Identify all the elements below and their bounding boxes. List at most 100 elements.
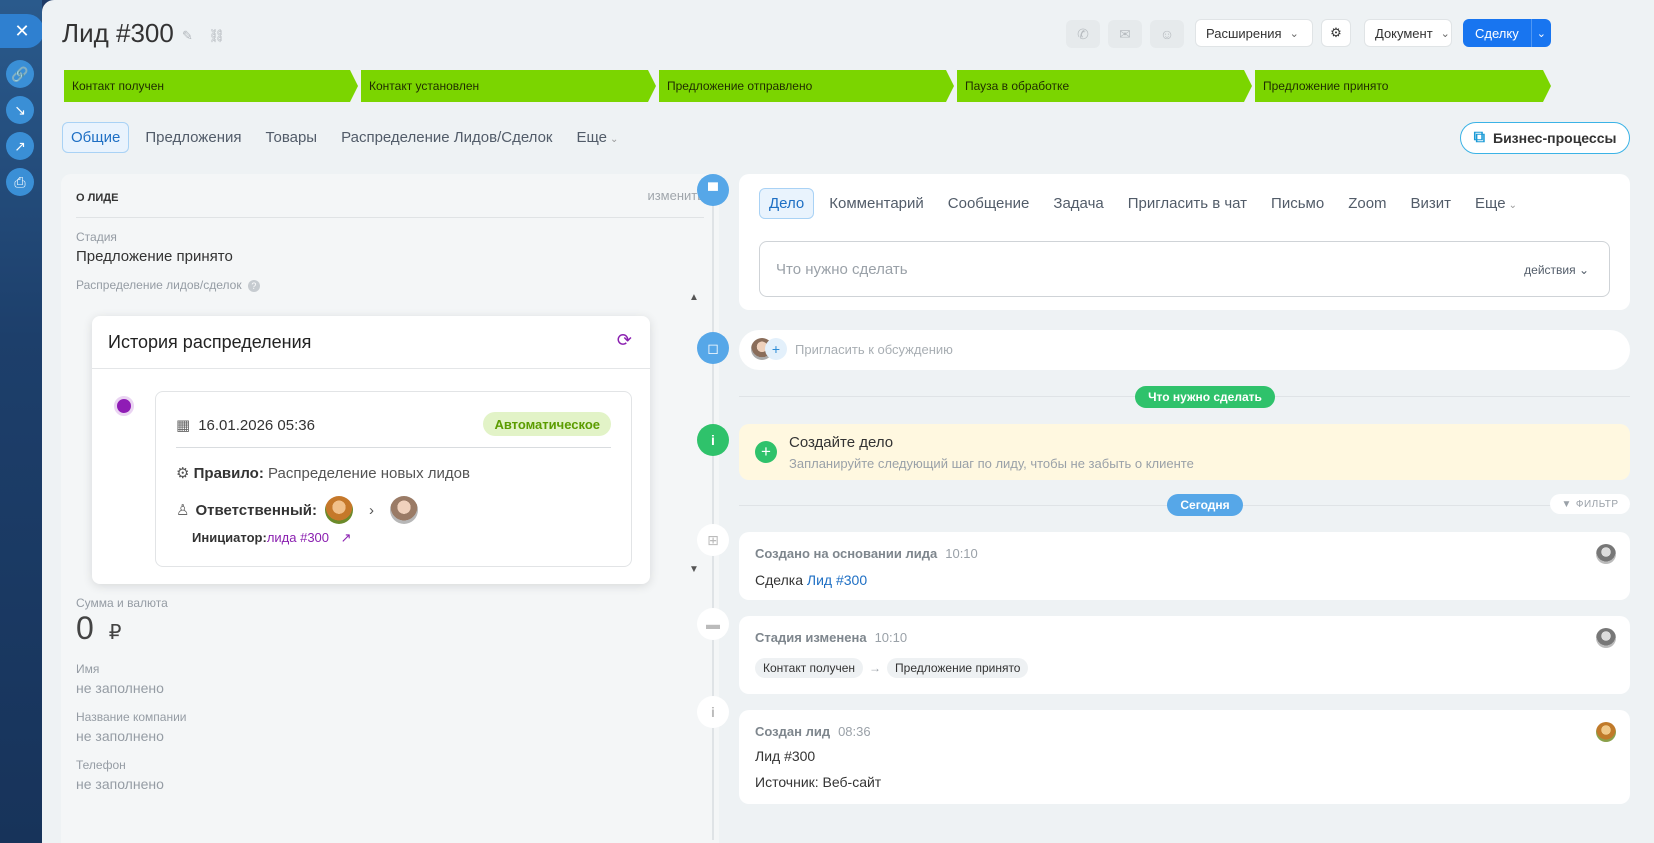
todo-subtitle: Запланируйте следующий шаг по лиду, чтоб… [789,456,1194,471]
today-pill: Сегодня [1167,494,1243,516]
lead-link[interactable]: Лид #300 [807,572,867,588]
lead-panel: Лид #300 ✎ ⛓ ✆ ✉ ☺ Расширения ⌄ ⚙ Докуме… [42,0,1654,843]
tab-products[interactable]: Товары [257,123,325,152]
user-icon: ♙ [176,502,190,519]
tab-offers[interactable]: Предложения [137,123,249,152]
scroll-down-arrow[interactable]: ▼ [689,564,699,575]
plus-icon[interactable]: + [765,338,787,360]
document-label: Документ [1375,25,1433,41]
chevron-down-icon: ⌄ [1578,263,1589,277]
business-processes-button[interactable]: ⧉ Бизнес-процессы [1460,122,1630,154]
rule-label: Правило: [193,465,264,482]
chat-icon[interactable]: ☺ [1150,20,1184,48]
history-item-title: Создано на основании лида 10:10 [755,546,978,561]
stage-label: Стадия [76,230,117,244]
avatar[interactable] [1596,722,1616,742]
print-icon[interactable]: ⎙ [6,168,34,196]
phone-value[interactable]: не заполнено [76,776,164,792]
more-label: Еще [576,128,608,146]
avatar[interactable] [324,496,353,524]
stage-paused[interactable]: Пауза в обработке [957,70,1252,102]
stage-offer-sent[interactable]: Предложение отправлено [659,70,954,102]
scroll-up-arrow[interactable]: ▲ [689,292,699,303]
mail-icon[interactable]: ✉ [1108,20,1142,48]
amount-value[interactable]: 0 ₽ [76,610,121,647]
refresh-icon[interactable]: ⟳ [617,330,632,351]
extensions-button[interactable]: Расширения ⌄ [1195,19,1313,47]
business-process-icon: ⧉ [1473,129,1485,146]
help-icon[interactable]: ? [247,280,260,292]
filter-icon: ▼ [1561,498,1572,510]
divider [176,447,611,448]
tab-more[interactable]: Еще ⌄ [1466,189,1526,218]
company-value[interactable]: не заполнено [76,728,164,744]
edit-link[interactable]: изменить [647,188,704,203]
plus-icon[interactable]: + [755,441,777,463]
external-link-icon[interactable]: ↗ [6,132,34,160]
lead-info-header: О ЛИДЕ изменить [76,188,704,218]
history-item-body: Сделка Лид #300 [755,572,867,588]
name-value[interactable]: не заполнено [76,680,164,696]
filter-button[interactable]: ▼ ФИЛЬТР [1550,494,1630,514]
convert-label: Сделку [1475,25,1519,41]
tab-distribution[interactable]: Распределение Лидов/Сделок [333,123,560,152]
settings-button[interactable]: ⚙ [1321,19,1351,47]
download-icon[interactable]: ↘ [6,96,34,124]
tab-general[interactable]: Общие [62,121,130,153]
info-icon: i [697,696,729,728]
amount-label: Сумма и валюта [76,596,168,610]
history-item: Создано на основании лида 10:10 Сделка Ли… [739,532,1630,600]
page-title: Лид #300 [62,18,174,48]
copy-icon: ⊞ [697,524,729,556]
todo-input[interactable]: Что нужно сделать действия ⌄ [759,241,1610,297]
stage-chip-from: Контакт получен [755,658,864,678]
activity-tabs: Дело Комментарий Сообщение Задача Пригла… [759,188,1532,219]
invite-discussion[interactable]: + Пригласить к обсуждению [739,330,1630,370]
link-icon[interactable]: 🔗 [6,60,34,88]
convert-button[interactable]: Сделку ⌄ [1463,19,1551,47]
tab-task-item[interactable]: Дело [759,188,815,219]
phone-icon[interactable]: ✆ [1066,20,1100,48]
tab-zoom[interactable]: Zoom [1339,189,1395,218]
edit-title-icons[interactable]: ✎ ⛓ [182,28,231,44]
stage-contact-established[interactable]: Контакт установлен [361,70,656,102]
gear-icon: ⚙ [1330,25,1342,40]
avatar[interactable] [1596,628,1616,648]
arrow-right-icon: → [869,661,882,675]
tab-invite-chat[interactable]: Пригласить в чат [1119,189,1256,218]
chevron-down-icon[interactable]: ⌄ [1530,19,1551,47]
business-processes-label: Бизнес-процессы [1493,130,1617,146]
tab-message[interactable]: Сообщение [939,189,1039,218]
tab-task[interactable]: Задача [1044,189,1112,218]
initiator-link[interactable]: лида #300 [267,530,329,545]
todo-placeholder: Что нужно сделать [776,261,908,278]
stage-contact-received[interactable]: Контакт получен [64,70,358,102]
external-link-icon[interactable]: ↗ [341,530,352,545]
status-badge: Автоматическое [483,412,611,436]
avatar[interactable] [1596,544,1616,564]
tab-comment[interactable]: Комментарий [820,189,932,218]
history-item-line: Лид #300 [755,748,816,764]
todo-section-pill: Что нужно сделать [1135,386,1275,408]
actions-dropdown[interactable]: действия ⌄ [1524,263,1589,277]
avatar[interactable] [389,496,418,524]
distribution-label: Распределение лидов/сделок ? [76,278,260,292]
stage-offer-accepted[interactable]: Предложение принято [1255,70,1551,102]
history-title: История распределения [108,332,312,352]
close-icon[interactable]: ✕ [0,14,44,48]
timeline-dot [114,396,134,416]
create-task-prompt[interactable]: + Создайте дело Запланируйте следующий ш… [739,424,1630,480]
stage-value[interactable]: Предложение принято [76,248,233,265]
stage-bar: Контакт получен Контакт установлен Предл… [64,70,1629,102]
chevron-down-icon: ⌄ [610,133,619,145]
name-label: Имя [76,662,100,676]
phone-label: Телефон [76,758,126,772]
tab-email[interactable]: Письмо [1262,189,1333,218]
company-label: Название компании [76,710,187,724]
tab-more[interactable]: Еще ⌄ [569,123,627,152]
document-button[interactable]: Документ ⌄ [1364,19,1452,47]
deal-prefix: Сделка [755,572,803,588]
history-item-time: 08:36 [838,724,871,739]
main-tabs: Общие Предложения Товары Распределение Л… [62,121,634,153]
tab-visit[interactable]: Визит [1402,189,1461,218]
